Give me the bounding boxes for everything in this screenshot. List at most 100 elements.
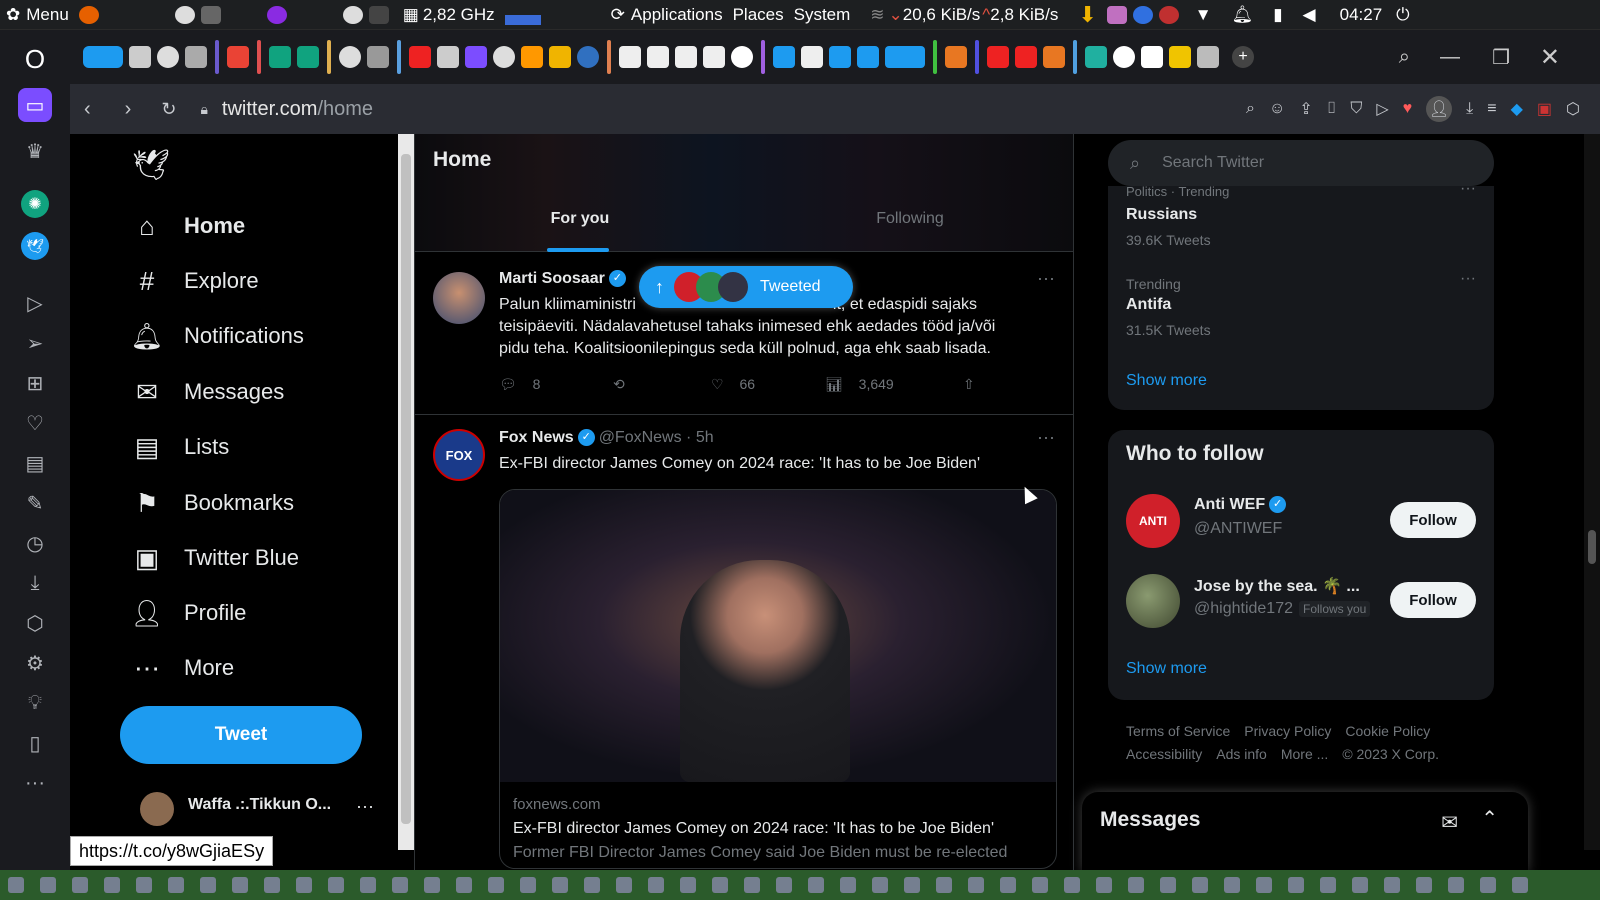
nav-lists[interactable]: ▤ Lists <box>132 427 230 467</box>
tab[interactable] <box>773 46 795 68</box>
opera-logo-icon[interactable]: O <box>18 42 52 76</box>
taskbar-item[interactable] <box>1032 877 1048 893</box>
edit-icon[interactable]: ✎ <box>18 486 52 520</box>
taskbar-item[interactable] <box>1224 877 1240 893</box>
taskbar-item[interactable] <box>1320 877 1336 893</box>
taskbar-item[interactable] <box>296 877 312 893</box>
tab[interactable] <box>675 46 697 68</box>
restore-icon[interactable]: ❐ <box>1492 45 1510 70</box>
taskbar-item[interactable] <box>328 877 344 893</box>
taskbar-item[interactable] <box>1064 877 1080 893</box>
lightbulb-icon[interactable]: 💡︎ <box>18 686 52 720</box>
taskbar-item[interactable] <box>1352 877 1368 893</box>
sidebar-more-icon[interactable]: ··· <box>18 766 52 800</box>
taskbar-item[interactable] <box>1288 877 1304 893</box>
taskbar-item[interactable] <box>232 877 248 893</box>
extension-icon[interactable]: ◆ <box>1511 99 1523 119</box>
tab[interactable] <box>801 46 823 68</box>
tab[interactable] <box>577 46 599 68</box>
downloads-icon[interactable]: ⤓ <box>18 566 52 600</box>
trend-item[interactable]: Trending Antifa 31.5K Tweets ··· <box>1126 270 1476 346</box>
app-icon[interactable] <box>200 5 221 24</box>
crown-icon[interactable]: ♛ <box>18 134 52 168</box>
power-icon[interactable]: ⏻ <box>1396 5 1409 25</box>
network-icon[interactable]: ▼ <box>1195 5 1212 25</box>
battery-saver-icon[interactable]: ▯ <box>18 726 52 760</box>
new-tab-icon[interactable]: + <box>1232 46 1254 68</box>
views-button[interactable]: 📊︎ 3,649 <box>825 376 963 393</box>
tweet-author-name[interactable]: Fox News <box>499 429 574 446</box>
taskbar-item[interactable] <box>648 877 664 893</box>
taskbar-item[interactable] <box>488 877 504 893</box>
new-tweets-pill[interactable]: ↑ Tweeted <box>639 266 853 308</box>
taskbar-item[interactable] <box>360 877 376 893</box>
tweet-more-icon[interactable]: ··· <box>1037 427 1055 448</box>
taskbar-item[interactable] <box>1000 877 1016 893</box>
firefox-icon[interactable] <box>78 5 99 24</box>
chatgpt-icon[interactable]: ✺ <box>21 190 49 218</box>
taskbar-item[interactable] <box>776 877 792 893</box>
tweet-author-name[interactable]: Marti Soosaar <box>499 270 605 287</box>
favorite-heart-icon[interactable]: ♥ <box>1403 100 1413 118</box>
new-message-icon[interactable]: ✉ <box>1441 810 1458 835</box>
trend-item[interactable]: Politics · Trending Russians 39.6K Tweet… <box>1126 186 1476 256</box>
forward-icon[interactable]: › <box>125 98 132 121</box>
right-scrollbar[interactable] <box>1584 134 1600 850</box>
tweet-more-icon[interactable]: ··· <box>1037 268 1055 289</box>
tab[interactable] <box>493 46 515 68</box>
taskbar-item[interactable] <box>200 877 216 893</box>
applications-menu[interactable]: ⟳ Applications <box>611 5 723 25</box>
nav-more[interactable]: ⋯ More <box>132 648 234 688</box>
search-page-icon[interactable]: ⌕ <box>1246 100 1255 118</box>
tray-icon[interactable] <box>1132 5 1153 24</box>
taskbar-item[interactable] <box>40 877 56 893</box>
taskbar-item[interactable] <box>872 877 888 893</box>
tray-icon[interactable] <box>1158 5 1179 24</box>
twitter-sidebar-icon[interactable]: 🕊︎ <box>21 232 49 260</box>
url-field[interactable]: twitter.com/home <box>222 98 373 121</box>
tab[interactable] <box>703 46 725 68</box>
back-icon[interactable]: ‹ <box>84 98 91 121</box>
tab[interactable] <box>367 46 389 68</box>
player-icon[interactable]: ▷ <box>18 286 52 320</box>
taskbar-item[interactable] <box>1192 877 1208 893</box>
taskbar-item[interactable] <box>584 877 600 893</box>
tab[interactable] <box>1085 46 1107 68</box>
heart-icon[interactable]: ♡ <box>18 406 52 440</box>
tab-active[interactable] <box>885 46 925 68</box>
emoji-icon[interactable]: ☺ <box>1269 100 1285 118</box>
tab[interactable] <box>1197 46 1219 68</box>
tab[interactable] <box>647 46 669 68</box>
taskbar-item[interactable] <box>264 877 280 893</box>
tab[interactable] <box>339 46 361 68</box>
account-more-icon[interactable]: ··· <box>356 796 374 817</box>
tab[interactable] <box>157 46 179 68</box>
taskbar-item[interactable] <box>104 877 120 893</box>
taskbar-item[interactable] <box>552 877 568 893</box>
tab[interactable] <box>297 46 319 68</box>
page-scrollbar[interactable] <box>398 134 414 850</box>
tab[interactable] <box>619 46 641 68</box>
profile-icon[interactable]: 👤︎ <box>1426 96 1453 122</box>
taskbar-item[interactable] <box>840 877 856 893</box>
taskbar-item[interactable] <box>968 877 984 893</box>
volume-icon[interactable]: ◀︎ <box>1303 5 1316 25</box>
close-window-icon[interactable]: ✕ <box>1540 43 1560 72</box>
taskbar-item[interactable] <box>168 877 184 893</box>
taskbar-item[interactable] <box>1480 877 1496 893</box>
nav-messages[interactable]: ✉ Messages <box>132 372 284 412</box>
taskbar-item[interactable] <box>1384 877 1400 893</box>
news-icon[interactable]: ▤ <box>18 446 52 480</box>
app-icon[interactable] <box>174 5 195 24</box>
opera-launcher-icon[interactable] <box>342 5 363 24</box>
account-switcher[interactable]: Waffa .:.Tikkun O... ··· <box>140 790 390 830</box>
taskbar-item[interactable] <box>1128 877 1144 893</box>
tweet[interactable]: FOX Fox News ✓ @FoxNews · 5h ··· Ex-FBI di… <box>415 415 1073 870</box>
tweet-button[interactable]: Tweet <box>120 706 362 764</box>
extensions-cube-icon[interactable]: ⬡ <box>1566 99 1580 119</box>
taskbar-item[interactable] <box>1448 877 1464 893</box>
send-to-icon[interactable]: ▷ <box>1376 99 1388 119</box>
taskbar-item[interactable] <box>136 877 152 893</box>
menu-button[interactable]: ✿ Menu <box>6 5 69 25</box>
avatar[interactable] <box>433 272 485 324</box>
